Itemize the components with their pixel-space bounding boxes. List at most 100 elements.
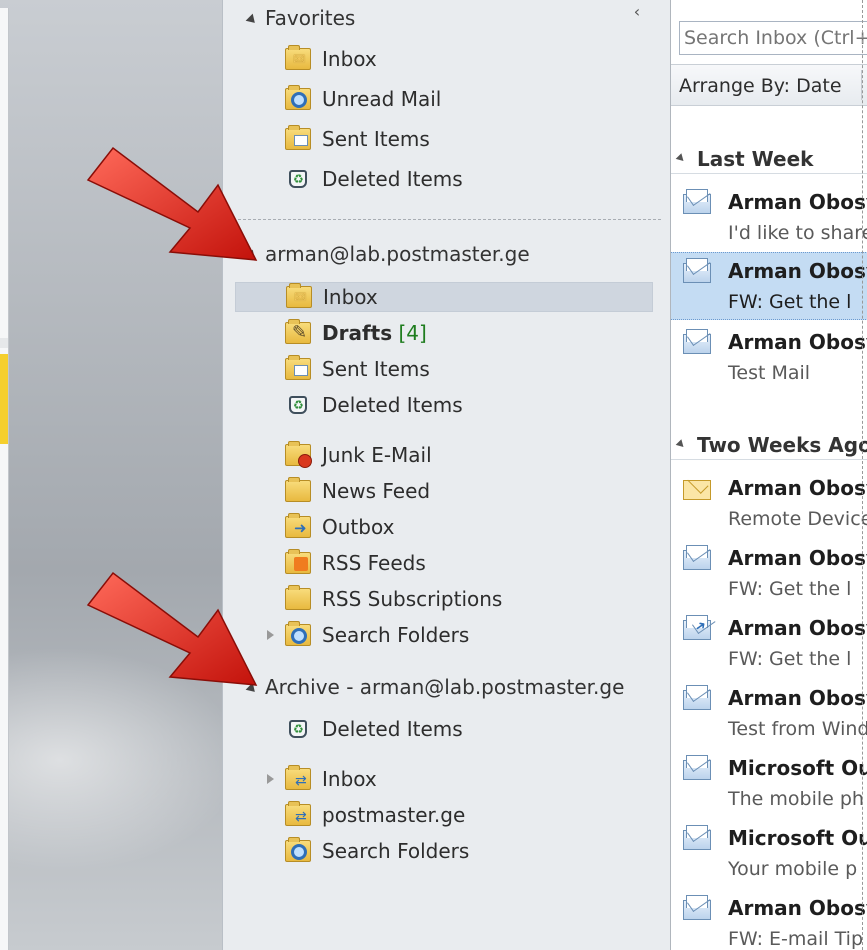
group-header-last-week[interactable]: Last Week (671, 144, 867, 174)
folder-pane: ‹ Favorites Inbox Unread Mail Sent Items… (222, 0, 671, 950)
collapse-triangle-icon (245, 13, 259, 26)
read-envelope-icon (683, 690, 711, 710)
arrange-by-label: Arrange By: Date (679, 75, 842, 97)
folder-label: Search Folders (322, 839, 470, 863)
junk-mail-icon (285, 441, 312, 468)
forwarded-envelope-icon (683, 620, 711, 640)
message-sender: Arman Obosyan (728, 190, 867, 214)
message-row-selected[interactable]: Arman Obosyan FW: Get the l (671, 252, 867, 320)
message-sender: Arman Obosyan (728, 330, 867, 354)
window-fragment (0, 354, 8, 444)
archive-item-postmaster-ge[interactable]: postmaster.ge (285, 800, 465, 830)
folder-label: Drafts (322, 321, 393, 345)
message-sender: Arman Obosyan (728, 616, 867, 640)
message-row[interactable]: Microsoft Outlook The mobile ph (671, 750, 867, 818)
search-inbox-input[interactable] (679, 21, 867, 55)
arrange-by-header[interactable]: Arrange By: Date (671, 64, 867, 106)
message-row[interactable]: Arman Obosyan FW: E-mail Tip (671, 890, 867, 950)
message-row[interactable]: Arman Obosyan FW: Get the l (671, 540, 867, 608)
pane-divider (233, 219, 661, 220)
group-header-two-weeks-ago[interactable]: Two Weeks Ago (671, 430, 867, 460)
message-row[interactable]: Arman Obosyan I'd like to share (671, 184, 867, 252)
minimize-pane-icon[interactable]: ‹ (627, 2, 647, 22)
message-sender: Arman Obosyan (728, 686, 867, 710)
read-envelope-icon (683, 550, 711, 570)
favorites-item-deleted-items[interactable]: Deleted Items (285, 164, 463, 194)
favorites-item-unread-mail[interactable]: Unread Mail (285, 84, 441, 114)
expand-triangle-icon[interactable] (267, 774, 274, 784)
folder-label: Junk E-Mail (322, 443, 432, 467)
group-label: Last Week (697, 147, 814, 171)
read-envelope-icon (683, 760, 711, 780)
message-subject: FW: E-mail Tip (728, 928, 864, 950)
folder-label: Outbox (322, 515, 395, 539)
favorites-item-inbox[interactable]: Inbox (285, 44, 377, 74)
collapse-triangle-icon (675, 153, 687, 164)
archive-item-search-folders[interactable]: Search Folders (285, 836, 469, 866)
message-subject: Your mobile p (728, 858, 858, 880)
folder-label: Deleted Items (322, 393, 463, 417)
message-subject: Test from Windows (728, 718, 867, 740)
message-subject: I'd like to share (728, 222, 867, 244)
collapse-triangle-icon (675, 439, 687, 450)
message-sender: Microsoft Outlook (728, 756, 867, 780)
window-fragment (0, 338, 8, 348)
mailbox-item-deleted-items[interactable]: Deleted Items (285, 390, 463, 420)
red-arrow-icon (86, 146, 258, 261)
folder-label: RSS Subscriptions (322, 587, 503, 611)
message-sender: Arman Obosyan (728, 546, 867, 570)
search-folder-icon (285, 621, 311, 646)
unread-envelope-icon (683, 480, 711, 500)
group-label: Two Weeks Ago (697, 433, 867, 457)
message-subject: Test Mail (728, 362, 811, 384)
search-folder-icon (285, 85, 311, 110)
mailbox-label: arman@lab.postmaster.ge (265, 242, 530, 266)
message-row[interactable]: Arman Obosyan FW: Get the l (671, 610, 867, 678)
message-row[interactable]: Microsoft Outlook Your mobile p (671, 820, 867, 888)
sent-items-icon (285, 355, 311, 380)
folder-label: Unread Mail (322, 87, 442, 111)
archive-header[interactable]: Archive - arman@lab.postmaster.ge (245, 673, 624, 701)
folder-label: Sent Items (322, 357, 430, 381)
mailbox-item-news-feed[interactable]: News Feed (285, 476, 430, 506)
favorites-header[interactable]: Favorites (245, 4, 356, 32)
message-sender: Arman Obosyan (728, 259, 867, 283)
sync-folder-icon (285, 801, 311, 826)
archive-item-deleted-items[interactable]: Deleted Items (285, 714, 463, 744)
sent-items-icon (285, 125, 311, 150)
mailbox-item-rss-feeds[interactable]: RSS Feeds (285, 548, 426, 578)
folder-label: Inbox (323, 285, 378, 309)
message-sender: Arman Obosyan (728, 476, 867, 500)
mailbox-item-search-folders[interactable]: Search Folders (285, 620, 469, 650)
favorites-label: Favorites (265, 6, 356, 30)
deleted-items-icon (285, 168, 311, 190)
archive-item-inbox[interactable]: Inbox (285, 764, 377, 794)
mailbox-item-sent-items[interactable]: Sent Items (285, 354, 430, 384)
mailbox-item-junk-email[interactable]: Junk E-Mail (285, 440, 432, 470)
message-row[interactable]: Arman Obosyan Test Mail (671, 324, 867, 392)
message-list-pane: Arrange By: Date Last Week Arman Obosyan… (670, 0, 867, 950)
message-sender: Arman Obosyan (728, 896, 867, 920)
drafts-icon (285, 319, 311, 344)
mailbox-item-drafts[interactable]: Drafts [4] (285, 318, 427, 348)
message-row[interactable]: Arman Obosyan Test from Windows (671, 680, 867, 748)
pane-edge-line (862, 0, 863, 950)
read-envelope-icon (683, 194, 711, 214)
mailbox-item-outbox[interactable]: Outbox (285, 512, 394, 542)
search-folder-icon (285, 837, 311, 862)
message-row[interactable]: Arman Obosyan Remote Device (671, 470, 867, 538)
folder-icon (285, 585, 311, 610)
folder-label: Inbox (322, 767, 377, 791)
deleted-items-icon (285, 718, 311, 740)
inbox-folder-icon (286, 283, 312, 308)
folder-label: Deleted Items (322, 717, 463, 741)
folder-label: Deleted Items (322, 167, 463, 191)
expand-triangle-icon[interactable] (267, 630, 274, 640)
message-sender: Microsoft Outlook (728, 826, 867, 850)
mailbox-item-inbox[interactable]: Inbox (235, 282, 653, 312)
message-subject: FW: Get the l (728, 291, 852, 313)
sync-folder-icon (285, 765, 311, 790)
favorites-item-sent-items[interactable]: Sent Items (285, 124, 430, 154)
mailbox-item-rss-subscriptions[interactable]: RSS Subscriptions (285, 584, 502, 614)
mailbox-header[interactable]: arman@lab.postmaster.ge (245, 240, 530, 268)
